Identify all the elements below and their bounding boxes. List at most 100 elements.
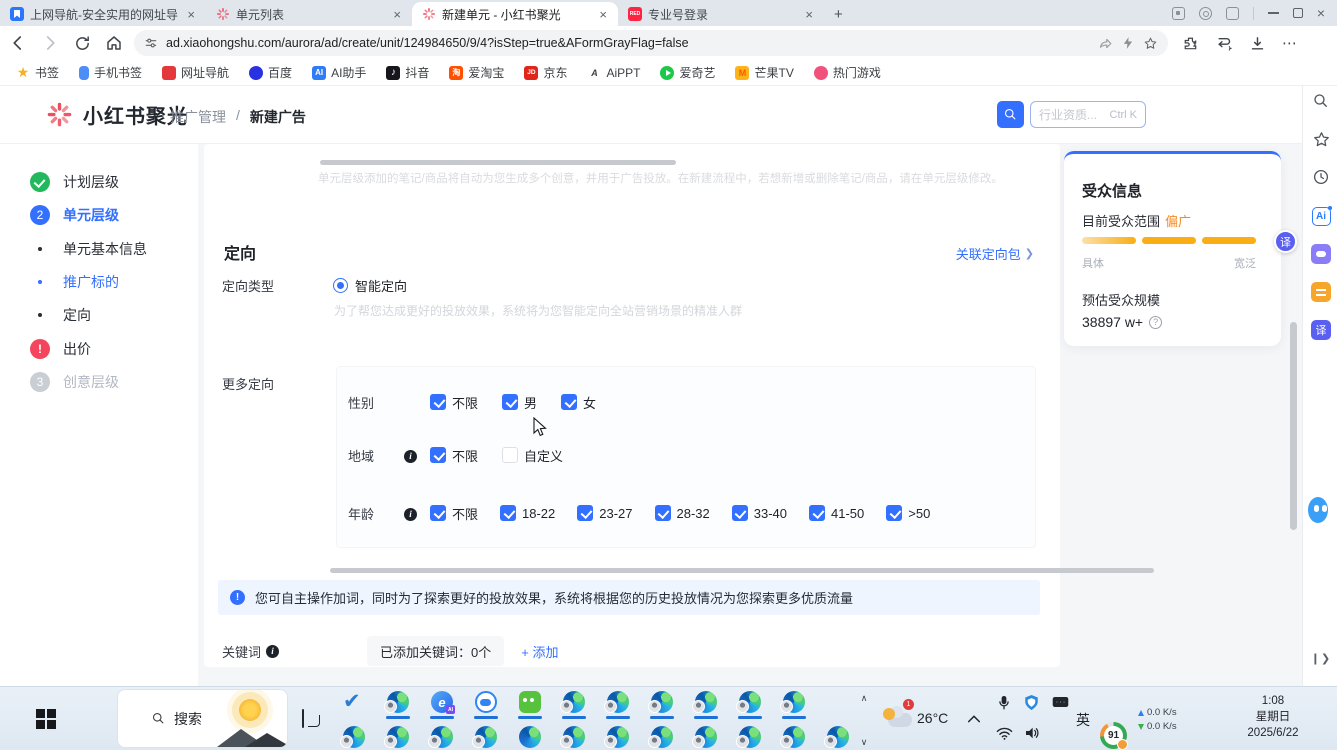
ime-indicator[interactable]: 英 — [1076, 710, 1090, 730]
download-icon[interactable] — [1249, 35, 1266, 52]
home-button[interactable] — [100, 29, 128, 57]
link-targeting-package[interactable]: 关联定向包 ❯ — [956, 244, 1034, 263]
info-icon[interactable]: i — [404, 450, 417, 463]
forward-button[interactable] — [36, 29, 64, 57]
info-icon[interactable]: i — [404, 508, 417, 521]
bookmark-hot-games[interactable]: 热门游戏 — [814, 64, 881, 81]
url-text[interactable]: ad.xiaohongshu.com/aurora/ad/create/unit… — [166, 36, 1090, 50]
close-button[interactable]: × — [1317, 6, 1325, 20]
checkbox[interactable] — [655, 505, 671, 521]
speaker-icon[interactable] — [1024, 726, 1040, 740]
checkbox[interactable] — [577, 505, 593, 521]
lightning-icon[interactable] — [1121, 36, 1135, 50]
bookmark-ai-helper[interactable]: AIAI助手 — [312, 64, 366, 81]
more-menu-icon[interactable]: ⋯ — [1282, 34, 1298, 52]
app-edge-profile[interactable] — [783, 691, 805, 713]
step-targeting[interactable]: 定向 — [30, 304, 91, 326]
checkbox[interactable] — [732, 505, 748, 521]
app-edge-profile[interactable] — [387, 726, 409, 748]
app-edge-profile[interactable] — [607, 691, 629, 713]
horizontal-scrollbar-thumb[interactable] — [330, 568, 1154, 573]
region-option-unlimited[interactable]: 不限 — [430, 446, 478, 465]
app-edge-profile[interactable] — [783, 726, 805, 748]
bookmark-aippt[interactable]: AAiPPT — [587, 66, 640, 80]
extensions-box-icon[interactable] — [1226, 7, 1239, 20]
restore-tabs-icon[interactable] — [1215, 35, 1233, 52]
taskbar-scroll-down[interactable]: ∨ — [856, 737, 872, 748]
checkbox[interactable] — [430, 505, 446, 521]
horizontal-scrollbar-thumb[interactable] — [320, 160, 676, 165]
app-edge-profile[interactable] — [651, 726, 673, 748]
new-tab-button[interactable]: + — [834, 6, 843, 23]
vertical-scrollbar-thumb[interactable] — [1290, 322, 1297, 530]
app-edge-profile[interactable] — [387, 691, 409, 713]
age-option-33-40[interactable]: 33-40 — [732, 505, 787, 521]
tab-nav-site[interactable]: 上网导航-安全实用的网址导航 × — [0, 2, 206, 26]
taskbar-search-box[interactable]: 搜索 — [117, 689, 288, 748]
gender-option-female[interactable]: 女 — [561, 393, 596, 412]
device-icon[interactable] — [1052, 696, 1069, 708]
tab-pro-login[interactable]: RED 专业号登录 × — [618, 2, 824, 26]
url-bar[interactable]: ad.xiaohongshu.com/aurora/ad/create/unit… — [134, 30, 1168, 56]
share-icon[interactable] — [1098, 36, 1113, 51]
tab-close-icon[interactable]: × — [390, 7, 404, 22]
app-2345-browser[interactable]: eAI — [431, 691, 453, 713]
search-highlight-image[interactable] — [217, 690, 287, 747]
sidebar-ai-icon[interactable]: Ai — [1311, 206, 1331, 226]
tab-panel-icon[interactable] — [1172, 7, 1185, 20]
app-logo[interactable]: 小红书聚光 — [46, 100, 188, 129]
checkbox[interactable] — [500, 505, 516, 521]
checkbox[interactable] — [430, 394, 446, 410]
tab-close-icon[interactable]: × — [596, 7, 610, 22]
bookmark-mobile[interactable]: 手机书签 — [79, 64, 142, 81]
tab-close-icon[interactable]: × — [802, 7, 816, 22]
app-qq-browser[interactable] — [475, 691, 497, 713]
checkbox[interactable] — [430, 447, 446, 463]
task-view-button[interactable] — [302, 709, 304, 728]
taskbar-scroll-up[interactable]: ∧ — [856, 693, 872, 704]
favorite-star-icon[interactable] — [1143, 36, 1158, 51]
weather-icon[interactable] — [888, 713, 912, 727]
app-edge-profile[interactable] — [431, 726, 453, 748]
add-keyword-button[interactable]: + 添加 — [521, 642, 558, 661]
checkbox[interactable] — [886, 505, 902, 521]
bookmark-jd[interactable]: JD京东 — [524, 64, 567, 81]
gender-option-unlimited[interactable]: 不限 — [430, 393, 478, 412]
bookmark-nav[interactable]: 网址导航 — [162, 64, 229, 81]
step-unit-level[interactable]: 2 单元层级 — [30, 204, 119, 226]
age-option-23-27[interactable]: 23-27 — [577, 505, 632, 521]
tab-new-unit-active[interactable]: 新建单元 - 小红书聚光 × — [412, 2, 618, 26]
tab-unit-list[interactable]: 单元列表 × — [206, 2, 412, 26]
checkbox[interactable] — [502, 447, 518, 463]
assistant-icon[interactable] — [1199, 7, 1212, 20]
gender-option-male[interactable]: 男 — [502, 393, 537, 412]
site-settings-icon[interactable] — [144, 36, 158, 50]
security-shield-icon[interactable] — [1024, 694, 1039, 711]
app-edge[interactable] — [519, 726, 541, 748]
translate-float-button[interactable]: 译 — [1274, 230, 1297, 253]
app-edge-profile[interactable] — [827, 726, 849, 748]
region-option-custom[interactable]: 自定义 — [502, 446, 563, 465]
sidebar-favorites-icon[interactable] — [1311, 129, 1331, 149]
app-edge-profile[interactable] — [563, 726, 585, 748]
smart-targeting-radio[interactable] — [333, 278, 348, 293]
temperature-text[interactable]: 26°C — [917, 710, 948, 726]
taskbar-clock[interactable]: 1:08 星期日 2025/6/22 — [1238, 693, 1308, 741]
chat-assistant-icon[interactable] — [1308, 500, 1328, 520]
app-edge-profile[interactable] — [563, 691, 585, 713]
step-promo-target[interactable]: 推广标的 — [30, 271, 119, 293]
step-plan-level[interactable]: 计划层级 — [30, 171, 119, 193]
app-edge-profile[interactable] — [739, 726, 761, 748]
app-edge-profile[interactable] — [651, 691, 673, 713]
sidebar-collapse-icon[interactable]: ❙❯ — [1311, 648, 1331, 668]
step-creative-level[interactable]: 3 创意层级 — [30, 371, 119, 393]
microphone-icon[interactable] — [997, 695, 1011, 711]
question-icon[interactable]: ? — [1149, 316, 1162, 329]
back-button[interactable] — [4, 29, 32, 57]
optimizer-ring[interactable]: 91 — [1100, 722, 1127, 749]
info-icon[interactable]: i — [266, 645, 279, 658]
bookmark-douyin[interactable]: ♪抖音 — [386, 64, 429, 81]
app-wechat[interactable] — [519, 691, 541, 713]
checkbox[interactable] — [561, 394, 577, 410]
app-edge-profile[interactable] — [607, 726, 629, 748]
